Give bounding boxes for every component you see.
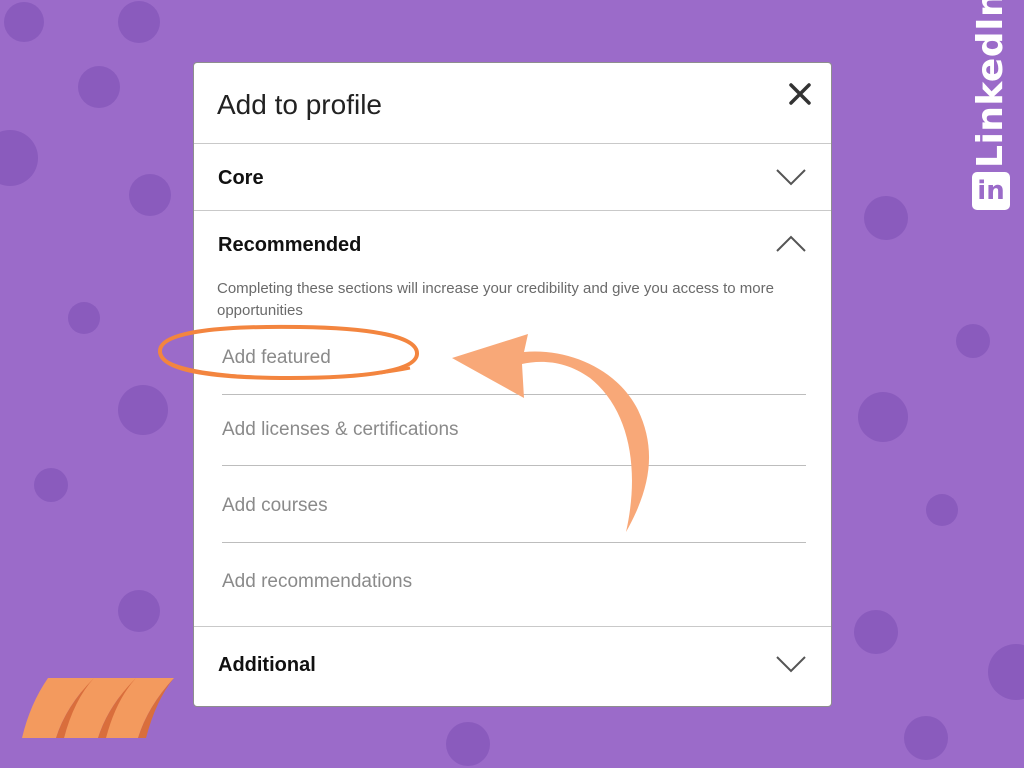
section-recommended[interactable]: Recommended (194, 212, 831, 272)
chevron-up-icon[interactable] (775, 234, 807, 254)
section-additional[interactable]: Additional (194, 628, 831, 704)
chevron-down-icon[interactable] (775, 654, 807, 674)
add-courses-link[interactable]: Add courses (222, 495, 806, 517)
stripes-logo-icon (22, 678, 174, 738)
add-featured-link[interactable]: Add featured (222, 347, 806, 369)
section-recommended-title: Recommended (218, 234, 362, 256)
brand-name: LinkedIn (970, 0, 1011, 168)
close-icon[interactable] (785, 79, 815, 109)
modal-title: Add to profile (217, 89, 382, 120)
background-dot (864, 196, 908, 240)
background-dot (854, 610, 898, 654)
add-licenses-certifications-link[interactable]: Add licenses & certifications (222, 419, 806, 441)
background-dot (988, 644, 1024, 700)
background-dot (446, 722, 490, 766)
add-to-profile-modal: Add to profile Core Recommended Completi… (193, 62, 832, 707)
background-dot (926, 494, 958, 526)
section-core-title: Core (218, 167, 264, 189)
section-recommended-description: Completing these sections will increase … (217, 280, 774, 319)
chevron-down-icon[interactable] (775, 167, 807, 187)
background-dot (956, 324, 990, 358)
background-dot (904, 716, 948, 760)
section-additional-title: Additional (218, 654, 316, 676)
linkedin-brand: LinkedIn in (970, 0, 1014, 214)
item-divider (222, 465, 806, 466)
linkedin-logo-icon: in (972, 172, 1010, 210)
section-core[interactable]: Core (194, 145, 831, 211)
background-dot (858, 392, 908, 442)
modal-header: Add to profile (194, 63, 831, 144)
divider (194, 210, 831, 211)
item-divider (222, 394, 806, 395)
divider (194, 626, 831, 627)
item-divider (222, 542, 806, 543)
add-recommendations-link[interactable]: Add recommendations (222, 571, 806, 593)
